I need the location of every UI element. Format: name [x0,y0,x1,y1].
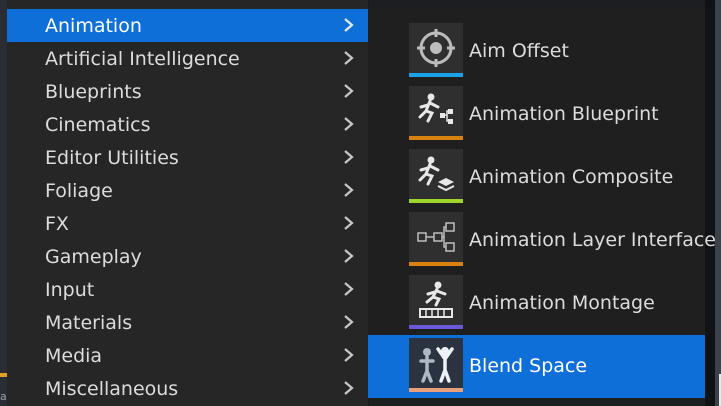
submenu-item-animation-montage[interactable]: Animation Montage [368,272,705,335]
submenu-item-label: Aim Offset [469,40,569,62]
submenu-item-label: Blend Space [469,355,588,377]
menu-item-media[interactable]: Media [7,339,368,372]
chevron-right-icon [343,84,355,98]
submenu-item-blend-space[interactable]: Blend Space [368,335,705,398]
animation-blueprint-thumbnail [409,86,463,140]
menu-item-label: Miscellaneous [45,377,179,400]
background-partial-text: a [0,390,7,403]
asset-type-color-bar [409,199,463,203]
chevron-right-icon [343,183,355,197]
menu-item-foliage[interactable]: Foliage [7,174,368,207]
animation-blueprint-icon [418,93,453,124]
menu-item-label: Input [45,278,95,301]
asset-type-color-bar [409,136,463,140]
chevron-right-icon [343,150,355,164]
animation-layer-interface-icon [417,222,455,252]
asset-type-color-bar [409,325,463,329]
aim-offset-icon [417,29,455,67]
chevron-right-icon [343,117,355,131]
asset-type-color-bar [409,262,463,266]
menu-item-label: Editor Utilities [45,146,179,169]
animation-submenu: Aim Offset Animation Blueprint Animation… [368,8,716,401]
menu-item-miscellaneous[interactable]: Miscellaneous [7,372,368,405]
menu-item-label: Materials [45,311,133,334]
category-menu: Animation Artificial Intelligence Bluepr… [7,0,369,406]
chevron-right-icon [343,381,355,395]
animation-montage-thumbnail [409,275,463,329]
chevron-right-icon [343,18,355,32]
submenu-item-label: Animation Layer Interface [469,229,716,251]
chevron-right-icon [343,216,355,230]
aim-offset-thumbnail [409,23,463,77]
submenu-item-animation-layer-interface[interactable]: Animation Layer Interface [368,209,716,272]
menu-item-materials[interactable]: Materials [7,306,368,339]
menu-item-artificial-intelligence[interactable]: Artificial Intelligence [7,42,368,75]
menu-item-label: FX [45,212,69,235]
chevron-right-icon [343,249,355,263]
submenu-item-label: Animation Montage [469,292,655,314]
chevron-right-icon [343,315,355,329]
background-right-edge [705,0,721,406]
animation-montage-icon [419,281,453,318]
menu-item-gameplay[interactable]: Gameplay [7,240,368,273]
menu-item-fx[interactable]: FX [7,207,368,240]
animation-layer-interface-thumbnail [409,212,463,266]
animation-composite-icon [418,156,455,192]
menu-item-label: Cinematics [45,113,151,136]
asset-type-color-bar [409,388,463,392]
blend-space-thumbnail [409,338,463,392]
submenu-item-label: Animation Blueprint [469,103,659,125]
menu-item-label: Gameplay [45,245,142,268]
menu-item-label: Animation [45,14,142,37]
menu-item-cinematics[interactable]: Cinematics [7,108,368,141]
menu-item-label: Media [45,344,103,367]
menu-item-editor-utilities[interactable]: Editor Utilities [7,141,368,174]
menu-item-label: Artificial Intelligence [45,47,240,70]
submenu-item-animation-composite[interactable]: Animation Composite [368,146,705,209]
submenu-item-label: Animation Composite [469,166,674,188]
chevron-right-icon [343,348,355,362]
blend-space-icon [419,347,454,383]
chevron-right-icon [343,51,355,65]
asset-type-color-bar [409,73,463,77]
menu-item-label: Foliage [45,179,113,202]
menu-item-label: Blueprints [45,80,142,103]
submenu-item-animation-blueprint[interactable]: Animation Blueprint [368,83,705,146]
animation-composite-thumbnail [409,149,463,203]
menu-item-input[interactable]: Input [7,273,368,306]
menu-item-animation[interactable]: Animation [7,9,368,42]
menu-item-blueprints[interactable]: Blueprints [7,75,368,108]
chevron-right-icon [343,282,355,296]
submenu-item-aim-offset[interactable]: Aim Offset [368,20,705,83]
background-strip [715,0,721,406]
